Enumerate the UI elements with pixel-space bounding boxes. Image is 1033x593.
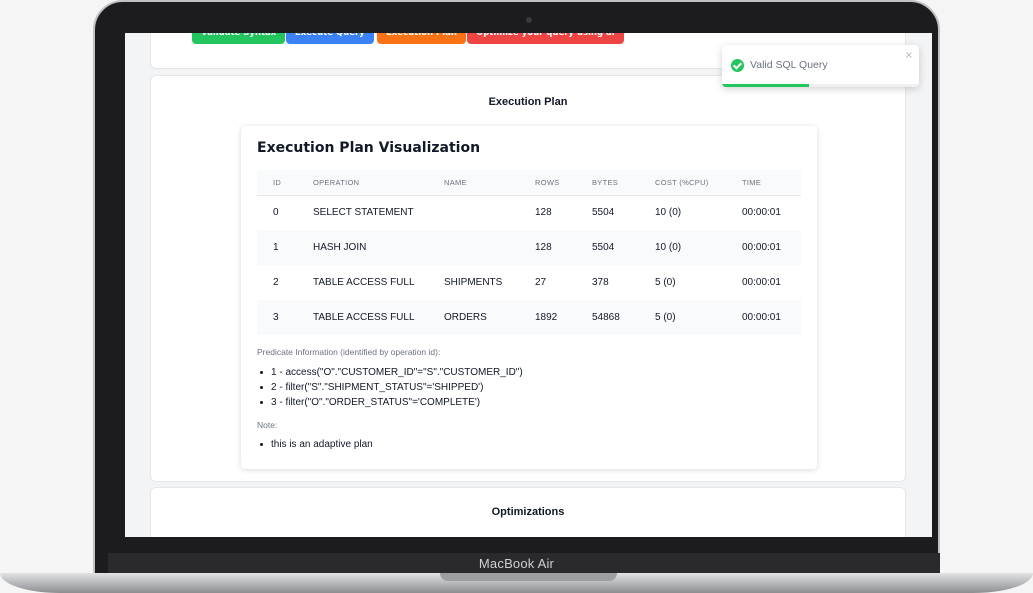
column-header-bytes: BYTES: [576, 170, 639, 196]
success-toast: Valid SQL Query ×: [722, 45, 919, 87]
execution-plan-heading: Execution Plan: [488, 96, 568, 108]
cell-rows: 128: [535, 207, 552, 219]
table-header-row: ID OPERATION NAME ROWS BYTES COST (%CPU)…: [257, 170, 801, 196]
cell-operation: SELECT STATEMENT: [313, 207, 414, 219]
list-item: 2 - filter("S"."SHIPMENT_STATUS"='SHIPPE…: [257, 380, 523, 395]
list-item: this is an adaptive plan: [257, 437, 373, 452]
column-header-id: ID: [257, 170, 297, 196]
table-row: 2 TABLE ACCESS FULL SHIPMENTS 27 378 5 (…: [257, 265, 801, 300]
execute-query-button[interactable]: Execute Query: [286, 33, 374, 44]
plan-visualization-panel: Execution Plan Visualization ID OPERATIO…: [241, 126, 817, 469]
table-row: 1 HASH JOIN 128 5504 10 (0) 00:00:01: [257, 230, 801, 265]
cell-name: SHIPMENTS: [444, 277, 503, 288]
toast-message: Valid SQL Query: [750, 59, 828, 71]
cell-operation: TABLE ACCESS FULL: [297, 300, 428, 335]
laptop-mockup: Validate Syntax Execute Query Execution …: [0, 0, 1033, 593]
table-row: 0 SELECT STATEMENT 128 5504 10 (0) 00:00…: [257, 195, 801, 230]
cell-id: 2: [273, 277, 279, 288]
cell-cost: 10 (0): [655, 207, 682, 219]
close-icon[interactable]: ×: [905, 50, 913, 61]
list-item: 3 - filter("O"."ORDER_STATUS"='COMPLETE'…: [257, 395, 523, 410]
cell-time: 00:00:01: [726, 300, 801, 335]
cell-bytes: 378: [592, 277, 609, 288]
predicate-info-label: Predicate Information (identified by ope…: [257, 347, 441, 357]
execution-plan-table: ID OPERATION NAME ROWS BYTES COST (%CPU)…: [257, 170, 801, 335]
camera: [526, 17, 532, 23]
toast-progress-bar: [722, 84, 809, 87]
cell-name: [428, 230, 519, 265]
plan-visualization-title: Execution Plan Visualization: [257, 140, 481, 156]
column-header-cost: COST (%CPU): [639, 170, 726, 196]
cell-id: 3: [257, 300, 297, 335]
cell-name: [428, 195, 519, 230]
check-circle-icon: [731, 59, 744, 72]
cell-name: ORDERS: [428, 300, 519, 335]
execution-plan-card: Execution Plan Execution Plan Visualizat…: [150, 75, 906, 482]
cell-bytes: 5504: [592, 207, 615, 219]
cell-id: 1: [257, 230, 297, 265]
cell-bytes: 54868: [576, 300, 639, 335]
cell-bytes: 5504: [576, 230, 639, 265]
optimizations-heading: Optimizations: [491, 506, 565, 518]
validate-syntax-button[interactable]: Validate Syntax: [192, 33, 286, 44]
laptop-base-notch: [440, 573, 617, 581]
cell-time: 00:00:01: [742, 207, 781, 219]
note-label: Note:: [257, 420, 278, 430]
column-header-rows: ROWS: [519, 170, 576, 196]
column-header-name: NAME: [428, 170, 519, 196]
list-item: 1 - access("O"."CUSTOMER_ID"="S"."CUSTOM…: [257, 365, 523, 380]
cell-rows: 27: [535, 277, 547, 288]
column-header-operation: OPERATION: [297, 170, 428, 196]
app-screen: Validate Syntax Execute Query Execution …: [125, 33, 932, 537]
optimizations-card: Optimizations: [150, 487, 906, 537]
execution-plan-button[interactable]: Execution Plan: [377, 33, 466, 44]
column-header-time: TIME: [726, 170, 801, 196]
cell-time: 00:00:01: [726, 230, 801, 265]
cell-rows: 1892: [519, 300, 576, 335]
device-label: MacBook Air: [478, 556, 555, 571]
cell-cost: 5 (0): [639, 300, 726, 335]
cell-id: 0: [273, 207, 279, 219]
note-list: this is an adaptive plan: [257, 437, 373, 452]
cell-operation: TABLE ACCESS FULL: [313, 277, 415, 288]
table-row: 3 TABLE ACCESS FULL ORDERS 1892 54868 5 …: [257, 300, 801, 335]
cell-cost: 10 (0): [639, 230, 726, 265]
cell-operation: HASH JOIN: [297, 230, 428, 265]
cell-rows: 128: [519, 230, 576, 265]
toast-progress-track: [722, 84, 919, 87]
cell-cost: 5 (0): [655, 277, 676, 288]
predicate-list: 1 - access("O"."CUSTOMER_ID"="S"."CUSTOM…: [257, 365, 523, 410]
cell-time: 00:00:01: [742, 277, 781, 288]
optimize-query-button[interactable]: Optimize your query using ai: [467, 33, 624, 44]
